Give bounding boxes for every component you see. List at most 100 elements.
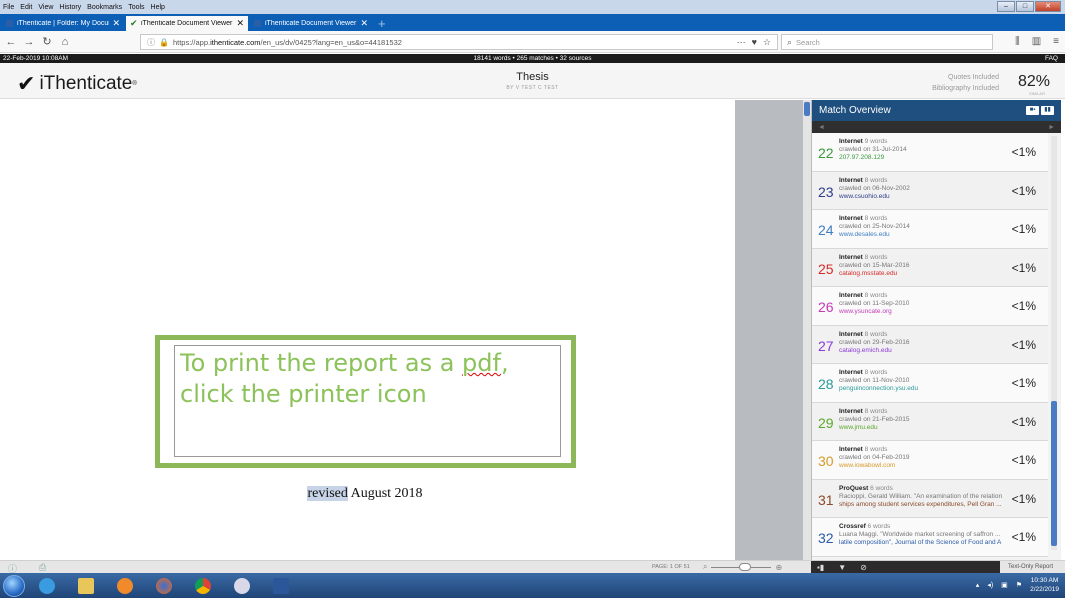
taskbar-firefox[interactable] — [147, 575, 181, 597]
splitter-handle[interactable] — [804, 102, 810, 116]
tab-document-viewer-2[interactable]: iThenticate Document Viewer ✕ — [250, 16, 372, 31]
match-link[interactable]: 207.97.208.129 — [839, 154, 884, 161]
volume-icon[interactable]: ◂) — [987, 581, 993, 589]
exclude-icon[interactable]: ⊘ — [860, 563, 867, 572]
zoom-slider[interactable] — [711, 562, 772, 571]
filter-status[interactable]: Quotes Included Bibliography Included — [932, 72, 999, 94]
zoom-out-icon[interactable]: ⌕ — [703, 562, 707, 572]
match-row[interactable]: 22 Internet 9 words crawled on 31-Jul-2014… — [812, 133, 1048, 172]
maximize-icon[interactable]: □ — [1016, 1, 1034, 12]
list-view-icon[interactable]: ■▪ — [1026, 106, 1039, 115]
match-source: Internet 8 words — [839, 292, 887, 299]
close-tab-icon[interactable]: ✕ — [360, 18, 368, 29]
menu-help[interactable]: Help — [148, 4, 168, 11]
match-row[interactable]: 24 Internet 8 words crawled on 25-Nov-2014… — [812, 210, 1048, 249]
zoom-knob[interactable] — [739, 562, 752, 571]
menu-history[interactable]: History — [56, 4, 84, 11]
bar-chart-icon[interactable]: ▪▮ — [817, 563, 824, 572]
match-link[interactable]: ships among student services expenditure… — [839, 501, 1002, 508]
close-window-icon[interactable]: ✕ — [1035, 1, 1061, 12]
hamburger-menu-icon[interactable]: ≡ — [1053, 36, 1059, 47]
match-link[interactable]: catalog.msstate.edu — [839, 270, 897, 277]
previous-icon[interactable]: ◄ — [818, 124, 825, 131]
tab-document-viewer[interactable]: ✔ iThenticate Document Viewer ✕ — [126, 16, 248, 31]
match-row[interactable]: 29 Internet 8 words crawled on 21-Feb-2015… — [812, 402, 1048, 441]
match-source-type: ProQuest — [839, 484, 869, 492]
url-prefix: https://app. — [172, 37, 211, 47]
library-icon[interactable]: ⫼ — [1015, 36, 1020, 47]
match-row[interactable]: 23 Internet 8 words crawled on 06-Nov-2002… — [812, 171, 1048, 210]
match-row[interactable]: 31 ProQuest 6 words Racioppi, Gerald Willi… — [812, 479, 1048, 518]
page-actions-icon[interactable]: ··· — [737, 37, 746, 48]
menu-view[interactable]: View — [35, 4, 56, 11]
match-link[interactable]: penguinconnection.ysu.edu — [839, 385, 918, 392]
pocket-icon[interactable]: ♥ — [752, 37, 757, 48]
home-icon[interactable]: ⌂ — [58, 36, 72, 48]
reload-icon[interactable]: ↻ — [40, 35, 54, 48]
scrollbar-thumb[interactable] — [1051, 401, 1057, 546]
back-icon[interactable]: ← — [4, 36, 18, 48]
menu-file[interactable]: File — [0, 4, 17, 11]
match-word-count: 8 words — [864, 369, 888, 376]
url-bar[interactable]: ⓘ 🔒 https://app. ithenticate.com/en_us/dv… — [140, 34, 778, 50]
match-source: Internet 8 words — [839, 254, 887, 261]
match-source: Crossref 6 words — [839, 523, 890, 530]
taskbar-media[interactable] — [108, 575, 142, 597]
match-row[interactable]: 28 Internet 8 words crawled on 11-Nov-2010… — [812, 364, 1048, 403]
match-row[interactable]: 26 Internet 8 words crawled on 11-Sep-2010… — [812, 287, 1048, 326]
close-tab-icon[interactable]: ✕ — [236, 18, 244, 29]
match-list-scrollbar[interactable] — [1051, 136, 1057, 550]
tray-arrow-icon[interactable]: ▴ — [976, 581, 980, 589]
next-icon[interactable]: ► — [1048, 124, 1055, 131]
taskbar-word[interactable] — [264, 575, 298, 597]
lock-icon[interactable]: 🔒 — [159, 38, 169, 47]
match-link[interactable]: www.iowabowl.com — [839, 462, 895, 469]
match-source-type: Internet — [839, 330, 863, 338]
match-source-type: Crossref — [839, 523, 866, 530]
match-crawl-info: crawled on 04-Feb-2019 — [839, 454, 910, 461]
match-link[interactable]: www.jmu.edu — [839, 424, 878, 431]
match-row[interactable]: 30 Internet 8 words crawled on 04-Feb-2019… — [812, 441, 1048, 480]
start-button[interactable] — [3, 574, 25, 597]
menu-tools[interactable]: Tools — [125, 4, 147, 11]
zoom-in-icon[interactable]: ⊕ — [775, 563, 782, 572]
chart-view-icon[interactable]: ▮▮ — [1041, 106, 1054, 115]
highlighted-match[interactable]: revised — [307, 486, 348, 501]
annotation-comma: , — [500, 349, 509, 377]
new-tab-icon[interactable]: + — [378, 17, 386, 31]
taskbar-snipping[interactable] — [225, 575, 259, 597]
word-icon — [273, 577, 289, 594]
clock[interactable]: 10:30 AM 2/22/2019 — [1030, 576, 1059, 594]
view-toggle[interactable]: ■▪ ▮▮ — [1026, 106, 1054, 115]
info-icon[interactable]: ⓘ — [147, 37, 155, 48]
taskbar-chrome[interactable] — [186, 575, 220, 597]
network-icon[interactable]: ▣ — [1001, 581, 1008, 589]
menu-edit[interactable]: Edit — [17, 4, 35, 11]
match-link[interactable]: www.csuohio.edu — [839, 193, 890, 200]
revision-date-text: revised August 2018 — [0, 486, 730, 502]
sidebar-icon[interactable]: ▥ — [1032, 36, 1041, 47]
match-source: Internet 8 words — [839, 331, 887, 338]
match-row[interactable]: 25 Internet 8 words crawled on 15-Mar-2016… — [812, 248, 1048, 287]
search-input[interactable]: ⌕ Search — [781, 34, 993, 50]
filter-icon[interactable]: ▼ — [838, 563, 846, 572]
media-player-icon — [117, 577, 133, 594]
taskbar-explorer[interactable] — [69, 575, 103, 597]
forward-icon[interactable]: → — [22, 36, 36, 48]
minimize-icon[interactable]: – — [997, 1, 1015, 12]
bibliography-status: Bibliography Included — [932, 85, 999, 92]
flag-icon[interactable]: ⚑ — [1016, 581, 1022, 589]
match-link[interactable]: www.ysuncate.org — [839, 308, 892, 315]
match-link[interactable]: latile composition", Journal of the Scie… — [839, 539, 1001, 546]
tab-folder[interactable]: iThenticate | Folder: My Docum ✕ — [2, 16, 124, 31]
panel-splitter[interactable] — [803, 100, 811, 560]
taskbar-ie[interactable] — [30, 575, 64, 597]
menu-bookmarks[interactable]: Bookmarks — [84, 4, 125, 11]
match-percentage: <1% — [1011, 530, 1036, 544]
match-row[interactable]: 27 Internet 8 words crawled on 29-Feb-2016… — [812, 325, 1048, 364]
bookmark-star-icon[interactable]: ☆ — [763, 37, 771, 48]
close-tab-icon[interactable]: ✕ — [112, 18, 120, 29]
match-link[interactable]: catalog.emich.edu — [839, 347, 892, 354]
match-link[interactable]: www.desales.edu — [839, 231, 890, 238]
match-row[interactable]: 32 Crossref 6 words Luana Maggi. "Worldwid… — [812, 518, 1048, 557]
